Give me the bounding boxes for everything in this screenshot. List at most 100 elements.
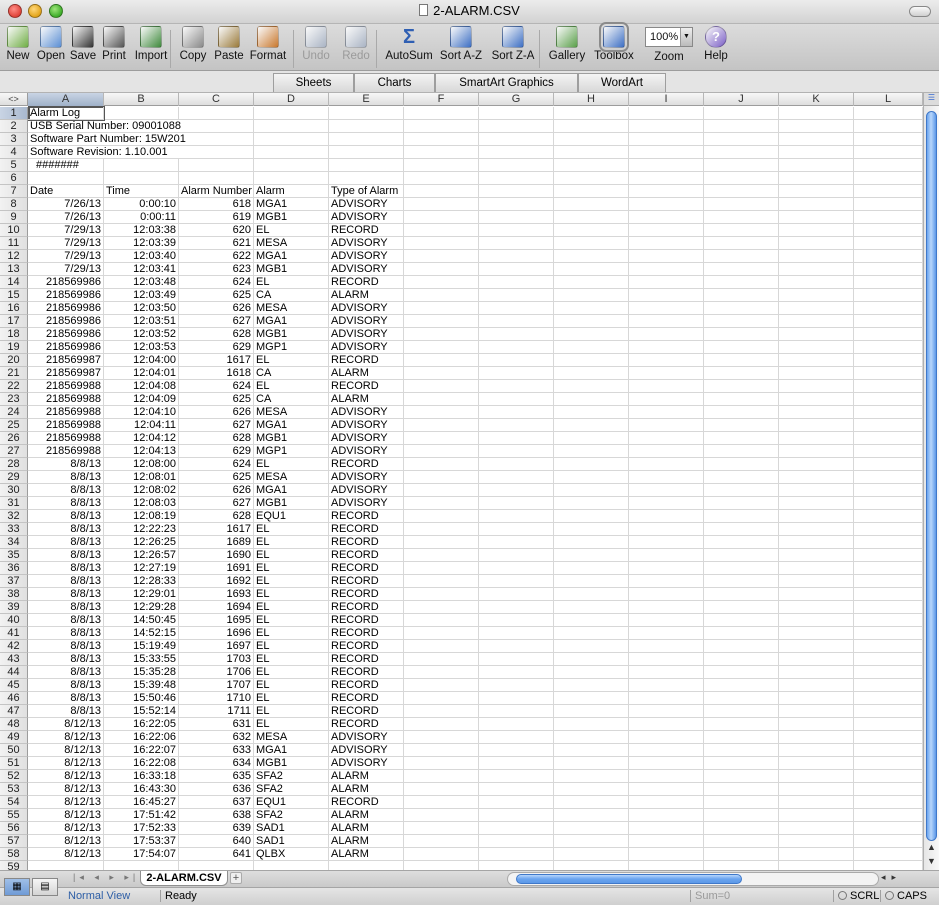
- page-layout-view-button[interactable]: ▤: [32, 878, 58, 896]
- cell-c54[interactable]: 637: [179, 796, 254, 809]
- cell-c5[interactable]: [179, 159, 254, 172]
- cell-g24[interactable]: [479, 406, 554, 419]
- cell-d55[interactable]: SFA2: [254, 809, 329, 822]
- row-header[interactable]: 54: [0, 796, 28, 809]
- cell-h26[interactable]: [554, 432, 629, 445]
- cell-l1[interactable]: [854, 107, 923, 120]
- cell-j33[interactable]: [704, 523, 779, 536]
- cell-h8[interactable]: [554, 198, 629, 211]
- horizontal-scroll-thumb[interactable]: [516, 874, 742, 884]
- cell-j56[interactable]: [704, 822, 779, 835]
- cell-k55[interactable]: [779, 809, 854, 822]
- cell-i37[interactable]: [629, 575, 704, 588]
- cell-i57[interactable]: [629, 835, 704, 848]
- cell-k58[interactable]: [779, 848, 854, 861]
- cell-g19[interactable]: [479, 341, 554, 354]
- cell-k42[interactable]: [779, 640, 854, 653]
- cell-h3[interactable]: [554, 133, 629, 146]
- cell-j57[interactable]: [704, 835, 779, 848]
- cell-l6[interactable]: [854, 172, 923, 185]
- cell-g22[interactable]: [479, 380, 554, 393]
- cell-a11[interactable]: 7/29/13: [28, 237, 104, 250]
- cell-d4[interactable]: [254, 146, 329, 159]
- cell-b54[interactable]: 16:45:27: [104, 796, 179, 809]
- cell-e32[interactable]: RECORD: [329, 510, 404, 523]
- cell-d27[interactable]: MGP1: [254, 445, 329, 458]
- cell-a37[interactable]: 8/8/13: [28, 575, 104, 588]
- cell-d34[interactable]: EL: [254, 536, 329, 549]
- cell-e10[interactable]: RECORD: [329, 224, 404, 237]
- cell-i2[interactable]: [629, 120, 704, 133]
- cell-h6[interactable]: [554, 172, 629, 185]
- ribbon-tab-charts[interactable]: Charts: [354, 73, 435, 92]
- cell-d13[interactable]: MGB1: [254, 263, 329, 276]
- cell-a51[interactable]: 8/12/13: [28, 757, 104, 770]
- cell-c34[interactable]: 1689: [179, 536, 254, 549]
- cell-g51[interactable]: [479, 757, 554, 770]
- cell-l16[interactable]: [854, 302, 923, 315]
- cell-j55[interactable]: [704, 809, 779, 822]
- cell-h10[interactable]: [554, 224, 629, 237]
- cell-c37[interactable]: 1692: [179, 575, 254, 588]
- cell-d33[interactable]: EL: [254, 523, 329, 536]
- cell-d38[interactable]: EL: [254, 588, 329, 601]
- cell-k53[interactable]: [779, 783, 854, 796]
- cell-i17[interactable]: [629, 315, 704, 328]
- cell-k15[interactable]: [779, 289, 854, 302]
- row-header[interactable]: 48: [0, 718, 28, 731]
- cell-b6[interactable]: [104, 172, 179, 185]
- cell-h36[interactable]: [554, 562, 629, 575]
- cell-k14[interactable]: [779, 276, 854, 289]
- cell-a6[interactable]: [28, 172, 104, 185]
- cell-b37[interactable]: 12:28:33: [104, 575, 179, 588]
- cell-d23[interactable]: CA: [254, 393, 329, 406]
- cell-g8[interactable]: [479, 198, 554, 211]
- cell-h48[interactable]: [554, 718, 629, 731]
- autosum-button[interactable]: Σ AutoSum: [383, 26, 435, 62]
- cell-k47[interactable]: [779, 705, 854, 718]
- row-header[interactable]: 18: [0, 328, 28, 341]
- cell-h42[interactable]: [554, 640, 629, 653]
- cell-b32[interactable]: 12:08:19: [104, 510, 179, 523]
- cell-c49[interactable]: 632: [179, 731, 254, 744]
- cell-g28[interactable]: [479, 458, 554, 471]
- cell-d54[interactable]: EQU1: [254, 796, 329, 809]
- cell-g32[interactable]: [479, 510, 554, 523]
- column-header-l[interactable]: L: [854, 93, 923, 106]
- cell-l2[interactable]: [854, 120, 923, 133]
- sort-a-z-button[interactable]: Sort A-Z: [437, 26, 485, 62]
- cell-e5[interactable]: [329, 159, 404, 172]
- cell-i1[interactable]: [629, 107, 704, 120]
- row-header[interactable]: 19: [0, 341, 28, 354]
- cell-f24[interactable]: [404, 406, 479, 419]
- cell-c55[interactable]: 638: [179, 809, 254, 822]
- cell-f55[interactable]: [404, 809, 479, 822]
- cell-b18[interactable]: 12:03:52: [104, 328, 179, 341]
- cell-l43[interactable]: [854, 653, 923, 666]
- cell-j37[interactable]: [704, 575, 779, 588]
- cell-i45[interactable]: [629, 679, 704, 692]
- cell-b22[interactable]: 12:04:08: [104, 380, 179, 393]
- cell-i29[interactable]: [629, 471, 704, 484]
- cell-h49[interactable]: [554, 731, 629, 744]
- cell-j2[interactable]: [704, 120, 779, 133]
- cell-g13[interactable]: [479, 263, 554, 276]
- cell-k36[interactable]: [779, 562, 854, 575]
- column-header-h[interactable]: H: [554, 93, 629, 106]
- cell-e59[interactable]: [329, 861, 404, 870]
- cell-i21[interactable]: [629, 367, 704, 380]
- cell-h21[interactable]: [554, 367, 629, 380]
- cell-c11[interactable]: 621: [179, 237, 254, 250]
- cell-k5[interactable]: [779, 159, 854, 172]
- cell-i6[interactable]: [629, 172, 704, 185]
- cell-b9[interactable]: 0:00:11: [104, 211, 179, 224]
- row-header[interactable]: 26: [0, 432, 28, 445]
- cell-d32[interactable]: EQU1: [254, 510, 329, 523]
- cell-l11[interactable]: [854, 237, 923, 250]
- cell-k23[interactable]: [779, 393, 854, 406]
- cell-f8[interactable]: [404, 198, 479, 211]
- cell-g23[interactable]: [479, 393, 554, 406]
- cell-d14[interactable]: EL: [254, 276, 329, 289]
- cell-l14[interactable]: [854, 276, 923, 289]
- row-header[interactable]: 51: [0, 757, 28, 770]
